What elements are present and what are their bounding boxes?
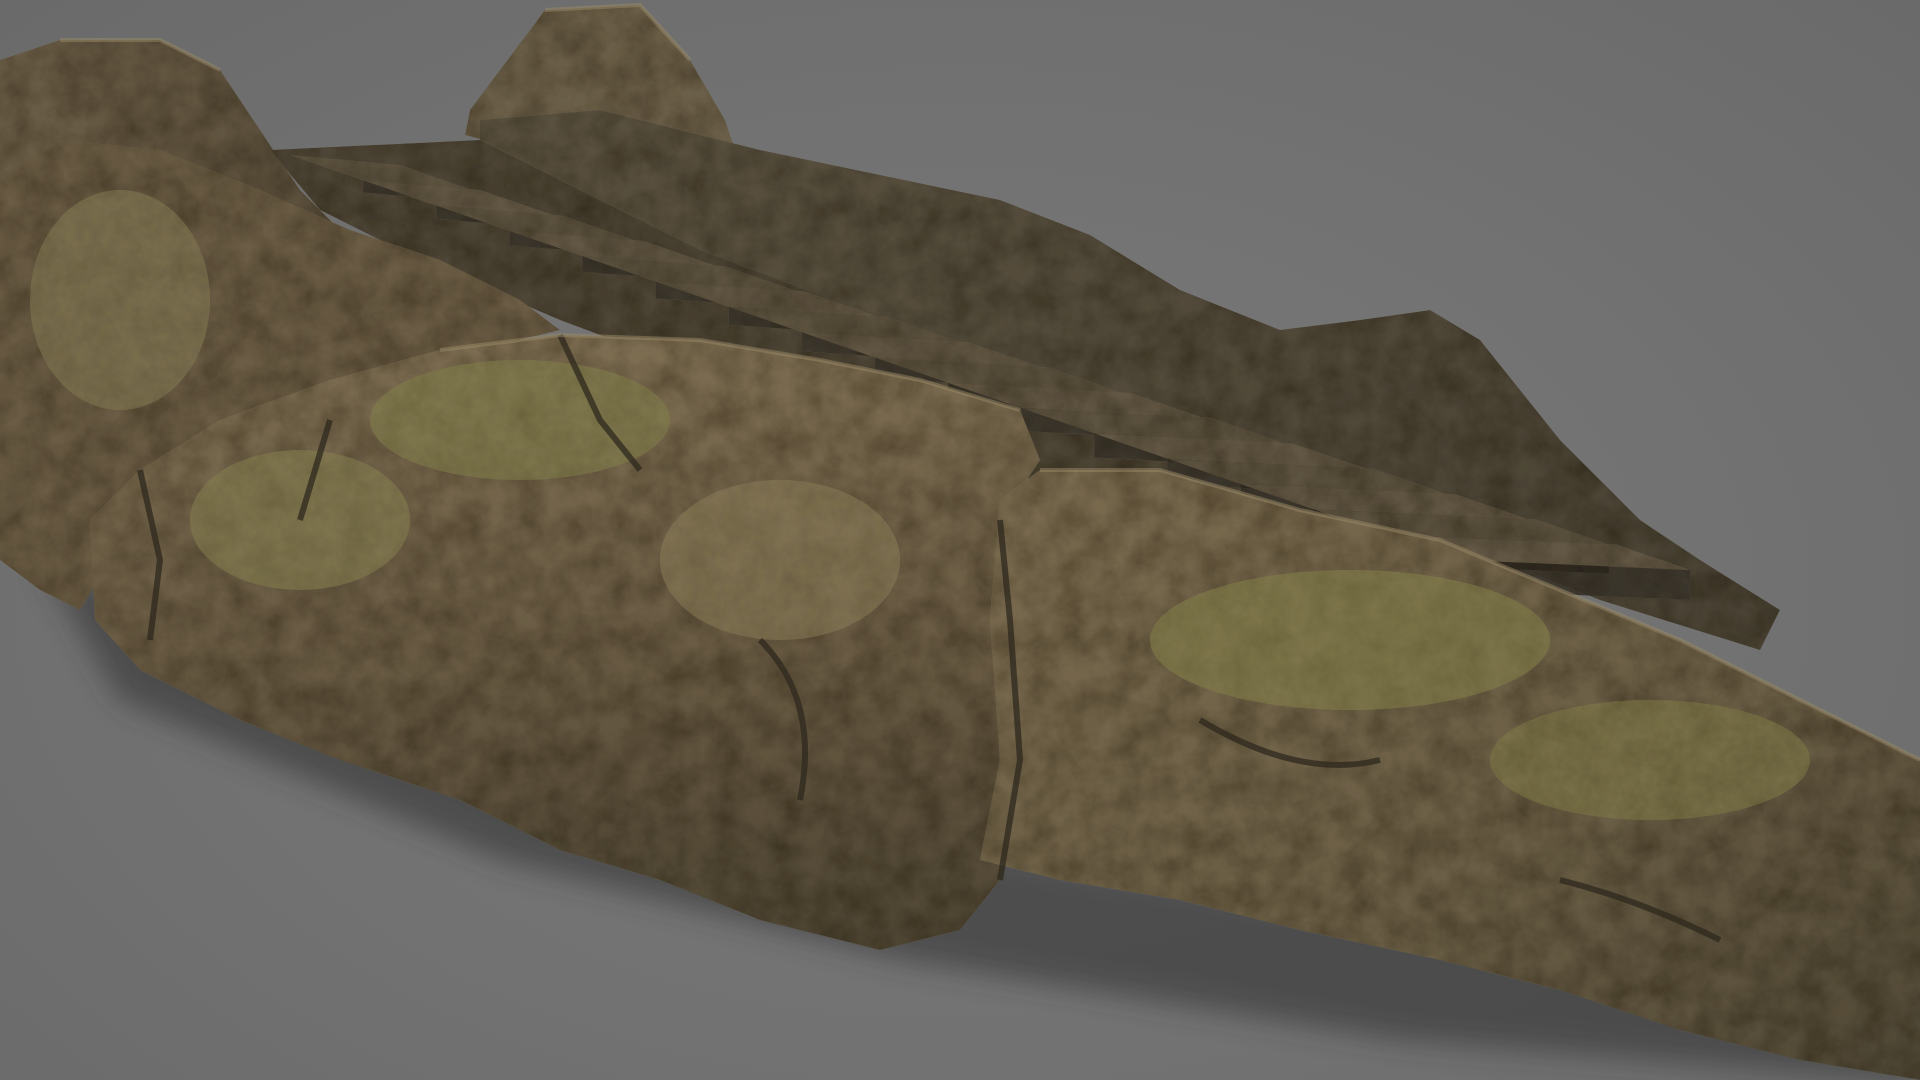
3d-viewport[interactable]: [0, 0, 1920, 1080]
rock-staircase-render: [0, 2, 1920, 1080]
